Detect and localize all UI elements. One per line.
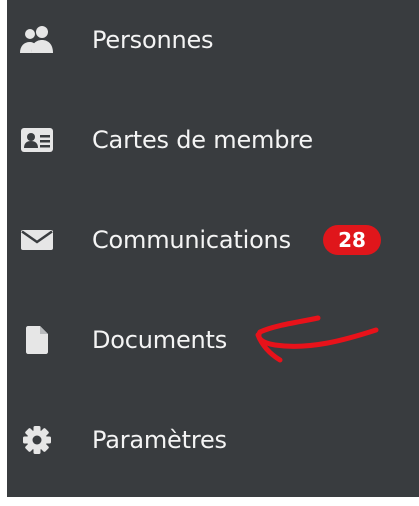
sidebar-menu: Personnes Cartes de membre Communication… (7, 0, 419, 497)
bottom-edge (0, 497, 419, 506)
sidebar-item-documents[interactable]: Documents (7, 310, 419, 370)
gear-icon (19, 422, 55, 458)
sidebar-item-parametres[interactable]: Paramètres (7, 410, 419, 470)
sidebar-item-label: Documents (92, 326, 228, 354)
sidebar-item-label: Cartes de membre (92, 126, 313, 154)
sidebar-item-label: Paramètres (92, 426, 227, 454)
sidebar-item-label: Personnes (92, 26, 214, 54)
notification-count-badge: 28 (323, 225, 381, 255)
sidebar-item-label: Communications (92, 226, 291, 254)
sidebar-item-personnes[interactable]: Personnes (7, 10, 419, 70)
sidebar-item-cartes-de-membre[interactable]: Cartes de membre (7, 110, 419, 170)
sidebar-item-communications[interactable]: Communications 28 (7, 210, 419, 270)
users-icon (19, 22, 55, 58)
envelope-icon (19, 222, 55, 258)
id-card-icon (19, 122, 55, 158)
file-icon (19, 322, 55, 358)
